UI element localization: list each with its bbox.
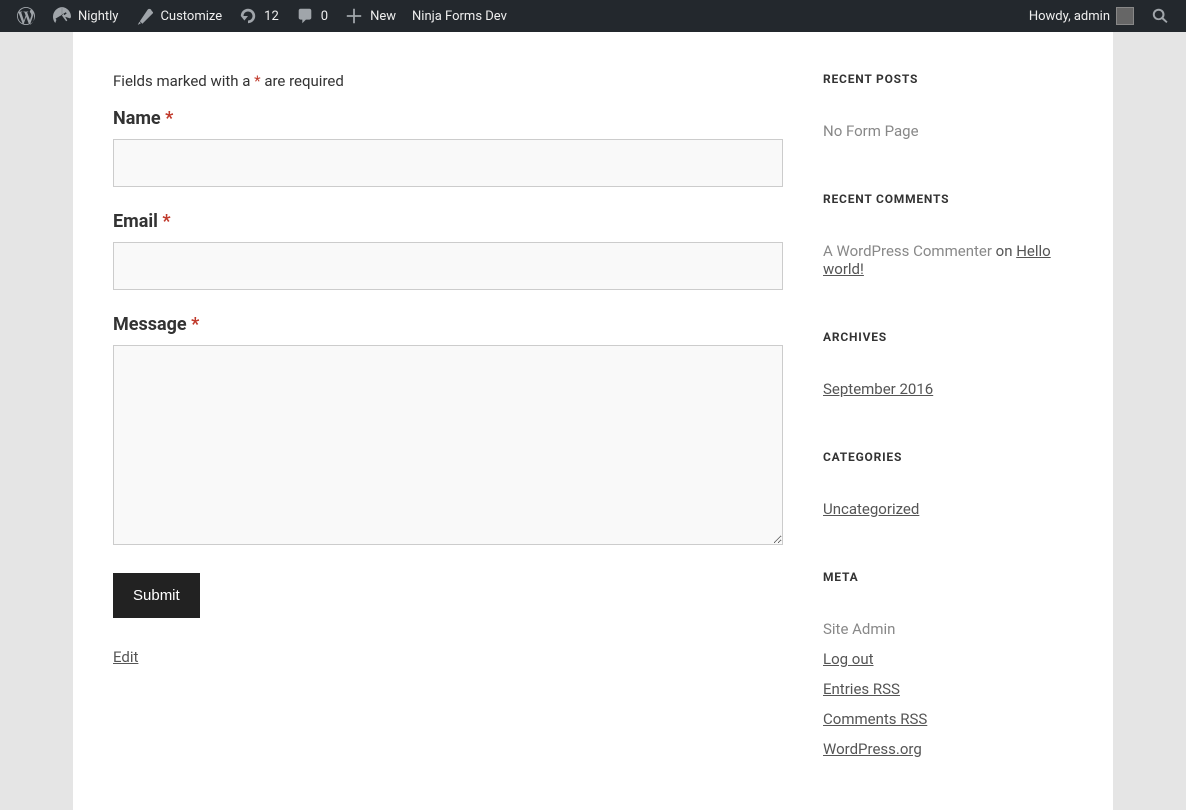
meta-title: META: [823, 570, 1073, 584]
email-label: Email *: [113, 211, 783, 232]
comments-icon: [295, 6, 315, 26]
customize-link[interactable]: Customize: [126, 0, 230, 32]
message-label: Message *: [113, 314, 783, 335]
archives-widget: ARCHIVES September 2016: [823, 330, 1073, 398]
name-field: Name *: [113, 108, 783, 187]
comments-rss-link[interactable]: Comments RSS: [823, 710, 927, 728]
commenter-link[interactable]: A WordPress Commenter: [823, 242, 992, 260]
recent-posts-widget: RECENT POSTS No Form Page: [823, 72, 1073, 140]
wp-logo[interactable]: [8, 0, 44, 32]
recent-post-link[interactable]: No Form Page: [823, 122, 919, 140]
comments-count: 0: [321, 9, 328, 24]
search-icon: [1150, 6, 1170, 26]
site-name-text: Nightly: [78, 9, 118, 24]
wordpress-icon: [16, 6, 36, 26]
categories-widget: CATEGORIES Uncategorized: [823, 450, 1073, 518]
updates-icon: [238, 6, 258, 26]
message-input[interactable]: [113, 345, 783, 545]
meta-widget: META Site Admin Log out Entries RSS Comm…: [823, 570, 1073, 758]
plus-icon: [344, 6, 364, 26]
archives-title: ARCHIVES: [823, 330, 1073, 344]
updates-count: 12: [264, 9, 279, 24]
avatar-icon: [1116, 7, 1134, 25]
recent-comments-title: RECENT COMMENTS: [823, 192, 1073, 206]
search-toggle[interactable]: [1142, 0, 1178, 32]
required-fields-note: Fields marked with a * are required: [113, 72, 783, 90]
edit-link[interactable]: Edit: [113, 648, 138, 666]
comments-link[interactable]: 0: [287, 0, 336, 32]
email-field: Email *: [113, 211, 783, 290]
recent-comments-widget: RECENT COMMENTS A WordPress Commenter on…: [823, 192, 1073, 278]
email-input[interactable]: [113, 242, 783, 290]
new-link[interactable]: New: [336, 0, 404, 32]
name-input[interactable]: [113, 139, 783, 187]
recent-posts-title: RECENT POSTS: [823, 72, 1073, 86]
message-field: Message *: [113, 314, 783, 549]
ninja-forms-dev-link[interactable]: Ninja Forms Dev: [404, 0, 515, 32]
archive-link[interactable]: September 2016: [823, 380, 933, 398]
main-content: Fields marked with a * are required Name…: [73, 32, 823, 810]
customize-icon: [134, 6, 154, 26]
site-name-link[interactable]: Nightly: [44, 0, 126, 32]
updates-link[interactable]: 12: [230, 0, 287, 32]
sidebar: RECENT POSTS No Form Page RECENT COMMENT…: [823, 32, 1113, 810]
category-link[interactable]: Uncategorized: [823, 500, 919, 518]
recent-comment-item: A WordPress Commenter on Hello world!: [823, 242, 1073, 278]
logout-link[interactable]: Log out: [823, 650, 874, 668]
my-account-link[interactable]: Howdy, admin: [1021, 0, 1142, 32]
new-text: New: [370, 9, 396, 24]
wordpress-org-link[interactable]: WordPress.org: [823, 740, 922, 758]
name-label: Name *: [113, 108, 783, 129]
submit-button[interactable]: Submit: [113, 573, 200, 618]
page-content: Fields marked with a * are required Name…: [73, 32, 1113, 810]
customize-text: Customize: [160, 9, 222, 24]
site-admin-link[interactable]: Site Admin: [823, 620, 895, 638]
admin-bar: Nightly Customize 12 0 New N: [0, 0, 1186, 32]
categories-title: CATEGORIES: [823, 450, 1073, 464]
greeting-text: Howdy, admin: [1029, 9, 1110, 24]
entries-rss-link[interactable]: Entries RSS: [823, 680, 900, 698]
dashboard-icon: [52, 6, 72, 26]
ninja-forms-text: Ninja Forms Dev: [412, 9, 507, 24]
